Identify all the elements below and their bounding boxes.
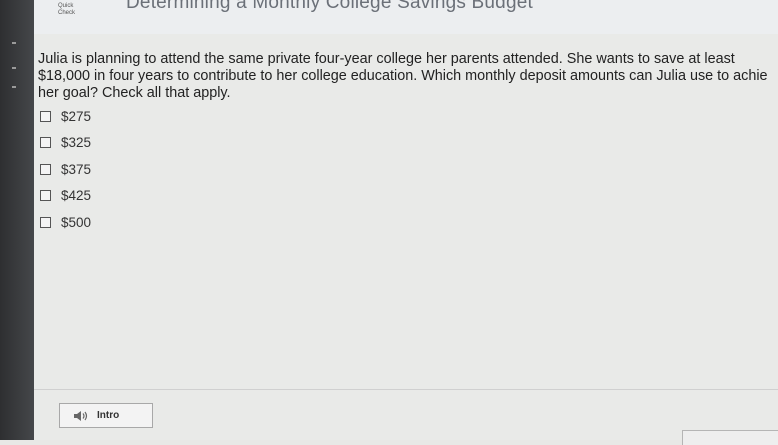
checkbox[interactable] — [40, 216, 51, 228]
quick-check-line: Quick — [58, 3, 74, 9]
choice-4[interactable]: $425 — [40, 183, 91, 210]
checkbox[interactable] — [40, 110, 51, 122]
choice-label: $325 — [61, 135, 92, 151]
quick-check-label: Quick Check — [58, 3, 75, 17]
speaker-icon — [74, 410, 88, 421]
choice-label: $375 — [61, 161, 92, 177]
quick-check-line: Check — [58, 10, 76, 16]
intro-button[interactable]: Intro — [59, 403, 153, 428]
divider — [34, 389, 778, 390]
checkbox[interactable] — [40, 190, 51, 202]
choice-1[interactable]: $275 — [40, 103, 91, 130]
sidebar-marker — [12, 86, 16, 88]
lesson-header: Quick Check Determining a Monthly College… — [34, 0, 778, 35]
question-text: Julia is planning to attend the same pri… — [38, 51, 768, 101]
choice-label: $500 — [61, 214, 92, 230]
choice-3[interactable]: $375 — [40, 156, 91, 183]
left-sidebar — [0, 0, 34, 440]
lesson-title: Determining a Monthly College Savings Bu… — [126, 0, 533, 13]
choice-2[interactable]: $325 — [40, 130, 91, 157]
choice-label: $275 — [61, 108, 92, 124]
sidebar-marker — [12, 67, 16, 69]
intro-label: Intro — [97, 410, 120, 421]
choice-label: $425 — [61, 188, 92, 204]
sidebar-marker — [12, 42, 16, 44]
checkbox[interactable] — [40, 163, 51, 175]
question-panel: Julia is planning to attend the same pri… — [34, 34, 778, 445]
choice-5[interactable]: $500 — [40, 209, 91, 236]
next-control[interactable] — [682, 430, 778, 445]
checkbox[interactable] — [40, 137, 51, 149]
answer-choices: $275 $325 $375 $425 $500 — [40, 103, 91, 236]
